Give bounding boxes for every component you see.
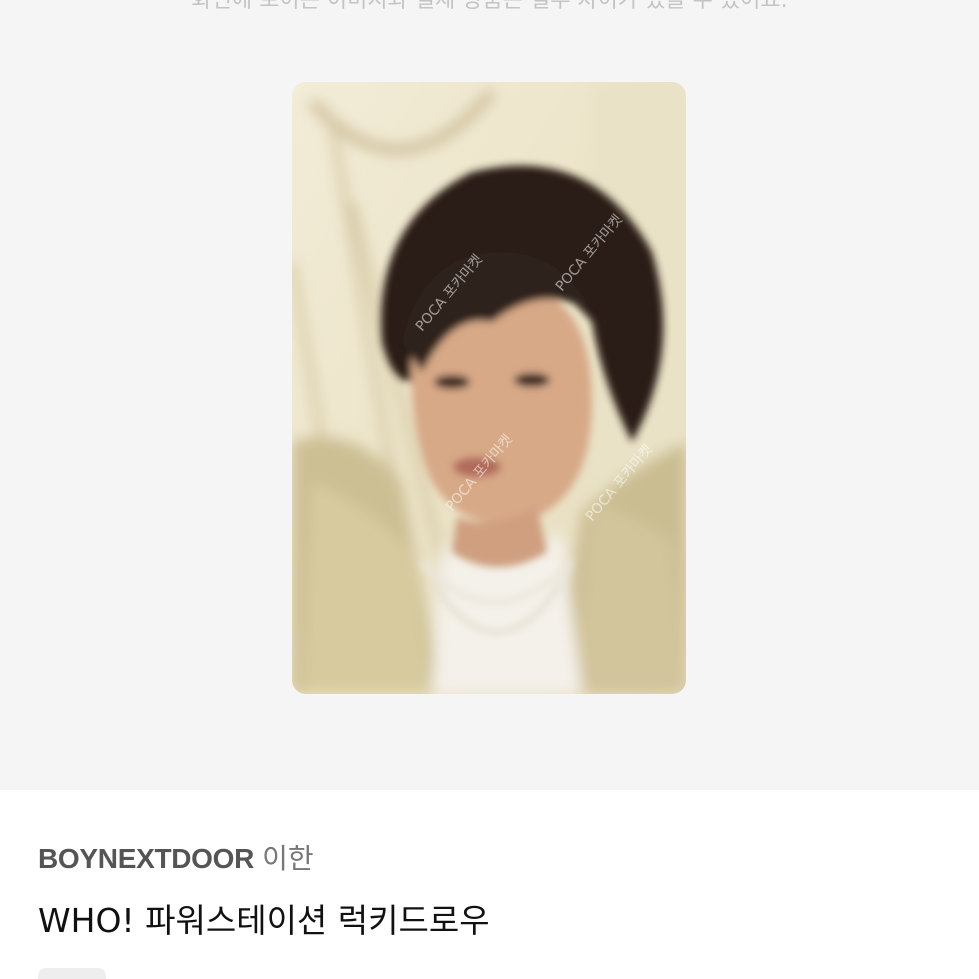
product-tag-chip[interactable]: [38, 968, 106, 979]
product-detail-page: 화면에 보이는 이미지와 실제 상품은 일부 차이가 있을 수 있어요. POC…: [0, 0, 979, 979]
artist-member-name[interactable]: 이한: [262, 842, 314, 875]
artist-line: BOYNEXTDOOR 이한: [38, 841, 314, 877]
artist-group-name[interactable]: BOYNEXTDOOR: [38, 843, 254, 874]
product-info-section: BOYNEXTDOOR 이한 WHO! 파워스테이션 럭키드로우: [0, 790, 979, 979]
image-disclaimer-text: 화면에 보이는 이미지와 실제 상품은 일부 차이가 있을 수 있어요.: [191, 0, 788, 13]
product-title: WHO! 파워스테이션 럭키드로우: [38, 901, 490, 940]
product-image-gallery[interactable]: 화면에 보이는 이미지와 실제 상품은 일부 차이가 있을 수 있어요. POC…: [0, 0, 979, 790]
photocard-image[interactable]: POCA 포카마켓 POCA 포카마켓 POCA 포카마켓 POCA 포카마켓: [292, 82, 686, 694]
